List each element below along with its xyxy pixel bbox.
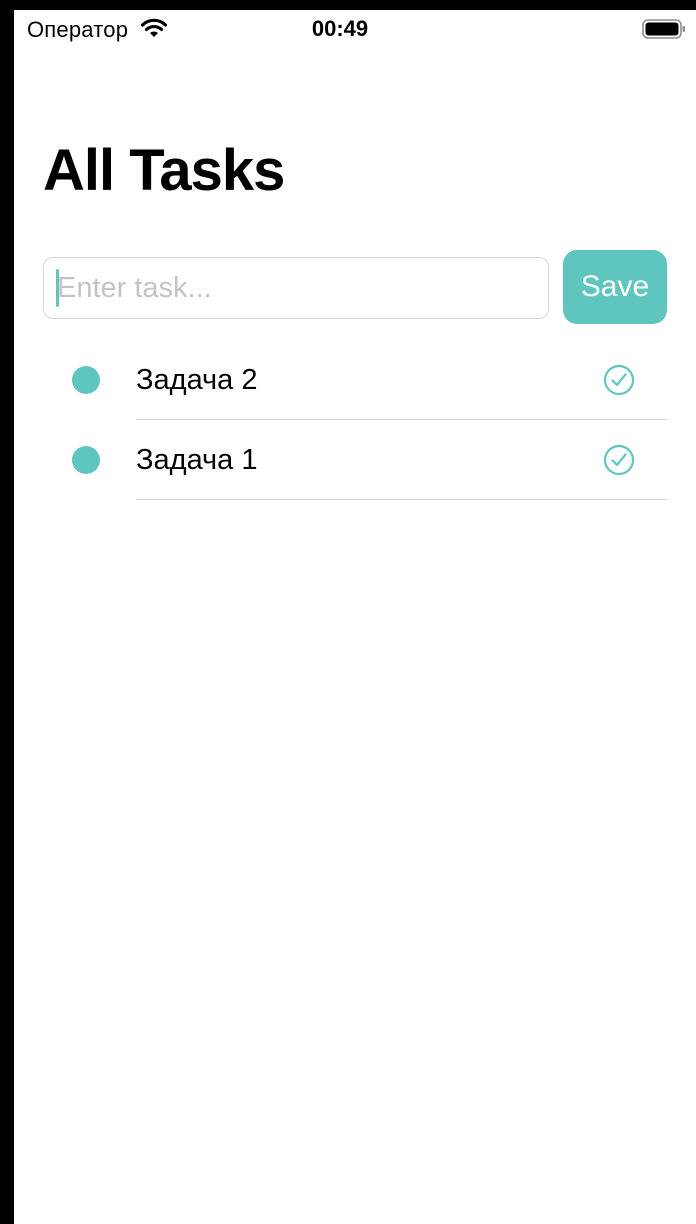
task-label: Задача 1	[136, 444, 258, 476]
app-screen: Оператор 00:49 All Tasks Save Задача 2	[14, 10, 696, 1224]
task-row[interactable]: Задача 2	[14, 340, 696, 420]
status-time: 00:49	[311, 16, 369, 41]
page-title: All Tasks	[43, 138, 285, 203]
task-input[interactable]	[43, 257, 549, 319]
dot-icon	[72, 446, 100, 474]
task-list: Задача 2 Задача 1	[14, 340, 696, 500]
status-bar: Оператор 00:49	[14, 10, 696, 50]
battery-full-icon	[642, 19, 685, 39]
save-button[interactable]: Save	[563, 250, 667, 324]
dot-icon	[72, 366, 100, 394]
row-separator	[136, 498, 667, 500]
checkmark-circle-icon[interactable]	[603, 364, 635, 396]
task-label: Задача 2	[136, 364, 258, 396]
checkmark-circle-icon[interactable]	[603, 444, 635, 476]
text-caret	[56, 269, 59, 307]
task-row[interactable]: Задача 1	[14, 420, 696, 500]
